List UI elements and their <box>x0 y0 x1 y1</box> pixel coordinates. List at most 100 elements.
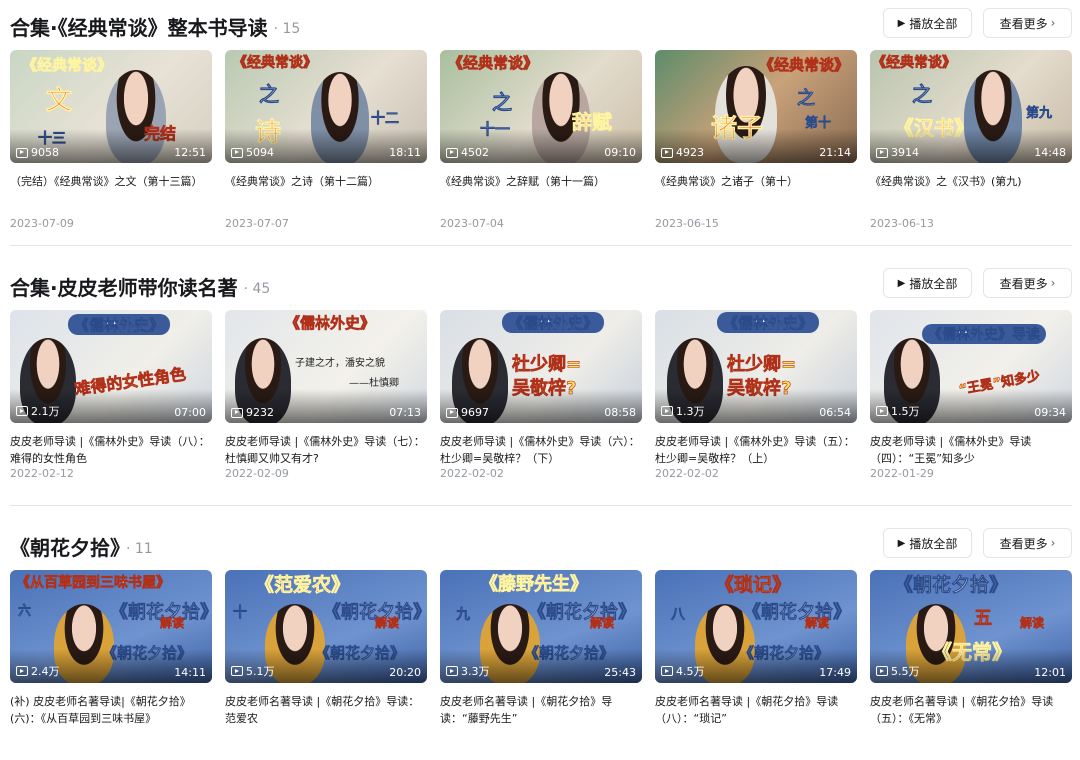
play-count-icon <box>661 666 673 676</box>
video-thumbnail[interactable]: 《儒林外史》 杜少卿= 吴敬梓? 1.3万 06:54 <box>655 310 857 423</box>
video-thumbnail[interactable]: 《从百草园到三味书屋》 六 《朝花夕拾》 《朝花夕拾》 解读 2.4万 14:1… <box>10 570 212 683</box>
play-count-icon <box>446 147 458 158</box>
video-title[interactable]: 《经典常谈》之诸子（第十） <box>655 173 857 207</box>
see-more-button[interactable]: 查看更多 › <box>983 8 1072 38</box>
video-thumbnail[interactable]: 《儒林外史》 杜少卿= 吴敬梓? 9697 08:58 <box>440 310 642 423</box>
section-title[interactable]: 合集·皮皮老师带你读名著 · 45 <box>10 272 270 301</box>
chevron-right-icon: › <box>1050 16 1056 30</box>
video-title[interactable]: 《经典常谈》之诗（第十二篇） <box>225 173 427 207</box>
play-count-icon <box>661 147 673 158</box>
video-thumbnail[interactable]: 《藤野先生》 九 《朝花夕拾》 《朝花夕拾》 解读 3.3万 25:43 <box>440 570 642 683</box>
section-title-text: 《朝花夕拾》 <box>10 536 120 560</box>
video-title[interactable]: (补) 皮皮老师名著导读|《朝花夕拾》(六)：《从百草园到三味书屋》 <box>10 693 212 727</box>
view-count: 5.5万 <box>876 663 920 679</box>
section-title[interactable]: 合集·《经典常谈》整本书导读 · 15 <box>10 12 300 41</box>
video-thumbnail[interactable]: 《经典常谈》 之 诸子 第十 4923 21:14 <box>655 50 857 163</box>
thumbnail-caption: 之 <box>797 88 816 110</box>
play-all-button[interactable]: ▶ 播放全部 <box>883 528 972 558</box>
thumbnail-caption: 《儒林外史》 <box>285 314 376 333</box>
video-card[interactable]: 《经典常谈》 之 《汉书》 第九 3914 14:48 《经典常谈》之《汉书》(… <box>870 50 1072 230</box>
see-more-label: 查看更多 <box>999 536 1048 551</box>
play-count-icon <box>661 406 673 416</box>
thumbnail-caption: 《儒林外史》导读 <box>922 324 1046 344</box>
video-title[interactable]: 皮皮老师导读 |《儒林外史》导读（八）：难得的女性角色 <box>10 433 212 467</box>
video-thumbnail[interactable]: 《经典常谈》 之 诗 十二 5094 18:11 <box>225 50 427 163</box>
view-count-text: 9232 <box>246 406 274 419</box>
video-title[interactable]: 皮皮老师名著导读 |《朝花夕拾》导读：范爱农 <box>225 693 427 727</box>
video-title[interactable]: 皮皮老师导读 |《儒林外史》导读（六）：杜少卿=吴敬梓？（下） <box>440 433 642 467</box>
video-card[interactable]: 《儒林外史》 杜少卿= 吴敬梓? 9697 08:58 皮皮老师导读 |《儒林外… <box>440 310 642 480</box>
video-title[interactable]: 皮皮老师导读 |《儒林外史》导读（四）：“王冕”知多少 <box>870 433 1072 467</box>
play-count-icon <box>446 666 458 676</box>
play-triangle-icon: ▶ <box>897 277 906 289</box>
thumbnail-caption: 之 <box>259 82 280 107</box>
view-count-text: 2.4万 <box>31 665 60 678</box>
video-title[interactable]: 皮皮老师名著导读 |《朝花夕拾》导读（八）：“琐记” <box>655 693 857 727</box>
video-card[interactable]: 《藤野先生》 九 《朝花夕拾》 《朝花夕拾》 解读 3.3万 25:43 皮皮老… <box>440 570 642 727</box>
video-title[interactable]: 皮皮老师名著导读 |《朝花夕拾》导读（五）：《无常》 <box>870 693 1072 727</box>
video-title[interactable]: 皮皮老师名著导读 |《朝花夕拾》导读：“藤野先生” <box>440 693 642 727</box>
thumbnail-caption: 杜少卿= <box>512 354 582 376</box>
video-thumbnail[interactable]: 《经典常谈》 文 十三 完结 9058 12:51 <box>10 50 212 163</box>
view-count: 3914 <box>876 146 919 159</box>
thumbnail-caption: 《经典常谈》 <box>759 56 850 75</box>
view-count: 3.3万 <box>446 663 490 679</box>
video-thumbnail[interactable]: 《琐记》 八 《朝花夕拾》 《朝花夕拾》 解读 4.5万 17:49 <box>655 570 857 683</box>
thumbnail-caption: 《朝花夕拾》 <box>743 602 852 624</box>
video-thumbnail[interactable]: 《朝花夕拾》 五 《无常》 解读 5.5万 12:01 <box>870 570 1072 683</box>
play-all-button[interactable]: ▶ 播放全部 <box>883 268 972 298</box>
thumbnail-caption: 杜少卿= <box>727 354 797 376</box>
play-count-icon <box>876 406 888 416</box>
view-count: 9232 <box>231 406 274 419</box>
upload-date: 2022-02-02 <box>440 467 504 480</box>
video-card[interactable]: 《范爱农》 十 《朝花夕拾》 《朝花夕拾》 解读 5.1万 20:20 皮皮老师… <box>225 570 427 727</box>
view-count: 9697 <box>446 406 489 419</box>
video-card-row: 《经典常谈》 文 十三 完结 9058 12:51 （完结）《经典常谈》之文（第… <box>10 50 1080 240</box>
video-card[interactable]: 《儒林外史》 难得的女性角色 2.1万 07:00 皮皮老师导读 |《儒林外史》… <box>10 310 212 480</box>
thumbnail-caption: 《琐记》 <box>715 574 792 597</box>
view-count-text: 2.1万 <box>31 405 60 418</box>
video-title[interactable]: 《经典常谈》之《汉书》(第九) <box>870 173 1072 207</box>
video-thumbnail[interactable]: 《儒林外史》 子建之才，潘安之貌 ——杜慎卿 9232 07:13 <box>225 310 427 423</box>
thumbnail-caption: 解读 <box>805 616 830 631</box>
video-thumbnail[interactable]: 《儒林外史》导读 “王冕”知多少 1.5万 09:34 <box>870 310 1072 423</box>
play-all-button[interactable]: ▶ 播放全部 <box>883 8 972 38</box>
video-duration: 07:13 <box>389 406 421 419</box>
video-card[interactable]: 《经典常谈》 之 十一 辞赋 4502 09:10 《经典常谈》之辞赋（第十一篇… <box>440 50 642 230</box>
view-count-text: 3.3万 <box>461 665 490 678</box>
see-more-button[interactable]: 查看更多 › <box>983 268 1072 298</box>
video-card[interactable]: 《琐记》 八 《朝花夕拾》 《朝花夕拾》 解读 4.5万 17:49 皮皮老师名… <box>655 570 857 727</box>
video-card[interactable]: 《经典常谈》 之 诸子 第十 4923 21:14 《经典常谈》之诸子（第十） … <box>655 50 857 230</box>
video-thumbnail[interactable]: 《经典常谈》 之 十一 辞赋 4502 09:10 <box>440 50 642 163</box>
video-card[interactable]: 《儒林外史》 杜少卿= 吴敬梓? 1.3万 06:54 皮皮老师导读 |《儒林外… <box>655 310 857 480</box>
video-title[interactable]: 《经典常谈》之辞赋（第十一篇） <box>440 173 642 207</box>
video-card[interactable]: 《儒林外史》 子建之才，潘安之貌 ——杜慎卿 9232 07:13 皮皮老师导读… <box>225 310 427 480</box>
thumbnail-caption: 五 <box>974 608 993 630</box>
video-card[interactable]: 《经典常谈》 文 十三 完结 9058 12:51 （完结）《经典常谈》之文（第… <box>10 50 212 230</box>
thumbnail-caption: 六 <box>18 604 32 620</box>
video-card[interactable]: 《从百草园到三味书屋》 六 《朝花夕拾》 《朝花夕拾》 解读 2.4万 14:1… <box>10 570 212 727</box>
thumbnail-caption: 《经典常谈》 <box>448 54 539 73</box>
video-card-row: 《从百草园到三味书屋》 六 《朝花夕拾》 《朝花夕拾》 解读 2.4万 14:1… <box>10 570 1080 760</box>
section-title[interactable]: 《朝花夕拾》 · 11 <box>10 532 153 561</box>
video-thumbnail[interactable]: 《儒林外史》 难得的女性角色 2.1万 07:00 <box>10 310 212 423</box>
see-more-label: 查看更多 <box>999 276 1048 291</box>
video-duration: 17:49 <box>819 666 851 679</box>
video-title[interactable]: 皮皮老师导读 |《儒林外史》导读（五）：杜少卿=吴敬梓？（上） <box>655 433 857 467</box>
video-thumbnail[interactable]: 《经典常谈》 之 《汉书》 第九 3914 14:48 <box>870 50 1072 163</box>
upload-date: 2023-07-07 <box>225 217 289 230</box>
upload-date: 2022-02-09 <box>225 467 289 480</box>
upload-date: 2023-06-15 <box>655 217 719 230</box>
section-header: 合集·皮皮老师带你读名著 · 45 ▶ 播放全部 查看更多 › <box>10 268 1072 302</box>
video-thumbnail[interactable]: 《范爱农》 十 《朝花夕拾》 《朝花夕拾》 解读 5.1万 20:20 <box>225 570 427 683</box>
thumbnail-caption: 子建之才，潘安之貌 <box>295 358 385 369</box>
video-title[interactable]: （完结）《经典常谈》之文（第十三篇） <box>10 173 212 207</box>
see-more-button[interactable]: 查看更多 › <box>983 528 1072 558</box>
video-title[interactable]: 皮皮老师导读 |《儒林外史》导读（七）：杜慎卿又帅又有才? <box>225 433 427 467</box>
thumbnail-caption: 《朝花夕拾》 <box>894 574 1009 597</box>
video-card[interactable]: 《朝花夕拾》 五 《无常》 解读 5.5万 12:01 皮皮老师名著导读 |《朝… <box>870 570 1072 727</box>
video-card[interactable]: 《经典常谈》 之 诗 十二 5094 18:11 《经典常谈》之诗（第十二篇） … <box>225 50 427 230</box>
view-count: 5094 <box>231 146 274 159</box>
video-card[interactable]: 《儒林外史》导读 “王冕”知多少 1.5万 09:34 皮皮老师导读 |《儒林外… <box>870 310 1072 480</box>
chevron-right-icon: › <box>1050 276 1056 290</box>
